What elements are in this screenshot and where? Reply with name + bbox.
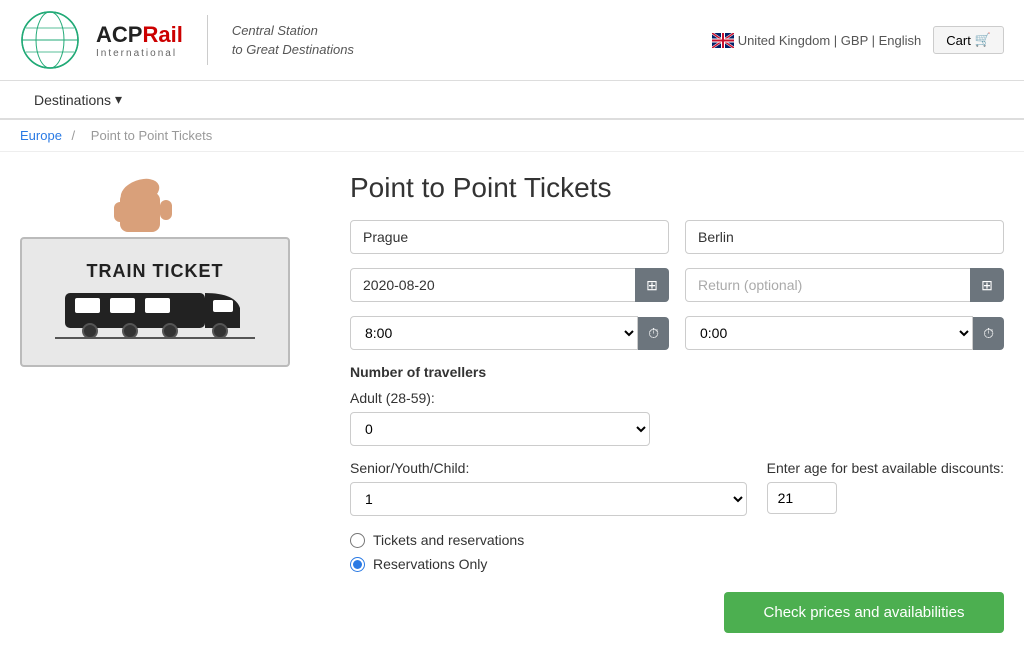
check-prices-button[interactable]: Check prices and availabilities [724, 592, 1004, 633]
return-calendar-button[interactable]: ⊞ [970, 268, 1004, 302]
locale-info: United Kingdom | GBP | English [712, 33, 922, 48]
depart-calendar-button[interactable]: ⊞ [635, 268, 669, 302]
cart-button[interactable]: Cart 🛒 [933, 26, 1004, 54]
clock-icon: ⏱ [983, 325, 994, 342]
locale-text: United Kingdom | GBP | English [738, 33, 922, 48]
return-date-group: ⊞ [685, 268, 1004, 302]
flag-icon [712, 33, 734, 48]
adult-label: Adult (28-59): [350, 390, 1004, 406]
calendar-icon: ⊞ [646, 277, 658, 294]
hand-icon [90, 172, 190, 252]
adult-select[interactable]: 0 1 2 3 [350, 412, 650, 446]
adult-row: Adult (28-59): 0 1 2 3 [350, 390, 1004, 446]
to-input[interactable] [685, 220, 1004, 254]
depart-time-group: 8:00 ⏱ [350, 316, 669, 350]
breadcrumb-europe[interactable]: Europe [20, 128, 62, 143]
radio-reservations-label: Reservations Only [373, 556, 487, 572]
page-title: Point to Point Tickets [350, 172, 1004, 204]
depart-clock-button[interactable]: ⏱ [638, 317, 669, 350]
time-row: 8:00 ⏱ 0:00 ⏱ [350, 316, 1004, 350]
senior-row: Senior/Youth/Child: 1 0 2 3 Enter age fo… [350, 460, 1004, 516]
return-time-group: 0:00 ⏱ [685, 316, 1004, 350]
ticket-image-card: TRAIN TICKET [20, 237, 290, 367]
to-group [685, 220, 1004, 254]
depart-date-input[interactable] [350, 268, 669, 302]
breadcrumb-separator: / [72, 128, 76, 143]
brand-international: International [96, 48, 183, 59]
radio-reservations-only[interactable]: Reservations Only [350, 556, 1004, 572]
header-divider [207, 15, 208, 65]
globe-icon [20, 10, 80, 70]
chevron-down-icon: ▾ [115, 91, 122, 108]
form-area: Point to Point Tickets ⊞ ⊞ [350, 172, 1004, 647]
travellers-section: Number of travellers Adult (28-59): 0 1 … [350, 364, 1004, 633]
header-right: United Kingdom | GBP | English Cart 🛒 [712, 26, 1004, 54]
depart-date-group: ⊞ [350, 268, 669, 302]
age-input[interactable] [767, 482, 837, 514]
image-area: TRAIN TICKET [20, 172, 330, 647]
train-icon [55, 288, 255, 343]
radio-tickets-input[interactable] [350, 533, 365, 548]
main-content: TRAIN TICKET [0, 152, 1024, 667]
radio-tickets-label: Tickets and reservations [373, 532, 524, 548]
brand-rail: Rail [142, 22, 182, 47]
from-group [350, 220, 669, 254]
from-to-row [350, 220, 1004, 254]
age-label: Enter age for best available discounts: [767, 460, 1004, 476]
ticket-text: TRAIN TICKET [87, 261, 224, 282]
clock-icon: ⏱ [648, 325, 659, 342]
brand-name: ACPRail [96, 22, 183, 48]
destinations-label: Destinations [34, 92, 111, 108]
breadcrumb-current: Point to Point Tickets [91, 128, 212, 143]
submit-row: Check prices and availabilities [350, 592, 1004, 633]
nav-destinations[interactable]: Destinations ▾ [20, 81, 136, 118]
radio-reservations-input[interactable] [350, 557, 365, 572]
senior-col: Senior/Youth/Child: 1 0 2 3 [350, 460, 747, 516]
return-time-wrapper: 0:00 ⏱ [685, 316, 1004, 350]
from-input[interactable] [350, 220, 669, 254]
calendar-icon: ⊞ [981, 277, 993, 294]
date-row: ⊞ ⊞ [350, 268, 1004, 302]
logo-text: ACPRail International [96, 22, 183, 59]
cart-label: Cart [946, 33, 971, 48]
travellers-title: Number of travellers [350, 364, 1004, 380]
depart-time-select[interactable]: 8:00 [350, 316, 638, 350]
senior-label: Senior/Youth/Child: [350, 460, 747, 476]
radio-group: Tickets and reservations Reservations On… [350, 532, 1004, 572]
age-col: Enter age for best available discounts: [767, 460, 1004, 514]
breadcrumb: Europe / Point to Point Tickets [0, 120, 1024, 152]
return-date-input[interactable] [685, 268, 1004, 302]
return-time-select[interactable]: 0:00 [685, 316, 973, 350]
brand-acp: ACP [96, 22, 142, 47]
depart-time-wrapper: 8:00 ⏱ [350, 316, 669, 350]
nav-bar: Destinations ▾ [0, 81, 1024, 120]
logo-tagline: Central Station to Great Destinations [232, 21, 354, 60]
return-clock-button[interactable]: ⏱ [973, 317, 1004, 350]
senior-select[interactable]: 1 0 2 3 [350, 482, 747, 516]
logo-area: ACPRail International Central Station to… [20, 10, 354, 70]
cart-icon: 🛒 [975, 32, 991, 48]
radio-tickets-reservations[interactable]: Tickets and reservations [350, 532, 1004, 548]
site-header: ACPRail International Central Station to… [0, 0, 1024, 81]
